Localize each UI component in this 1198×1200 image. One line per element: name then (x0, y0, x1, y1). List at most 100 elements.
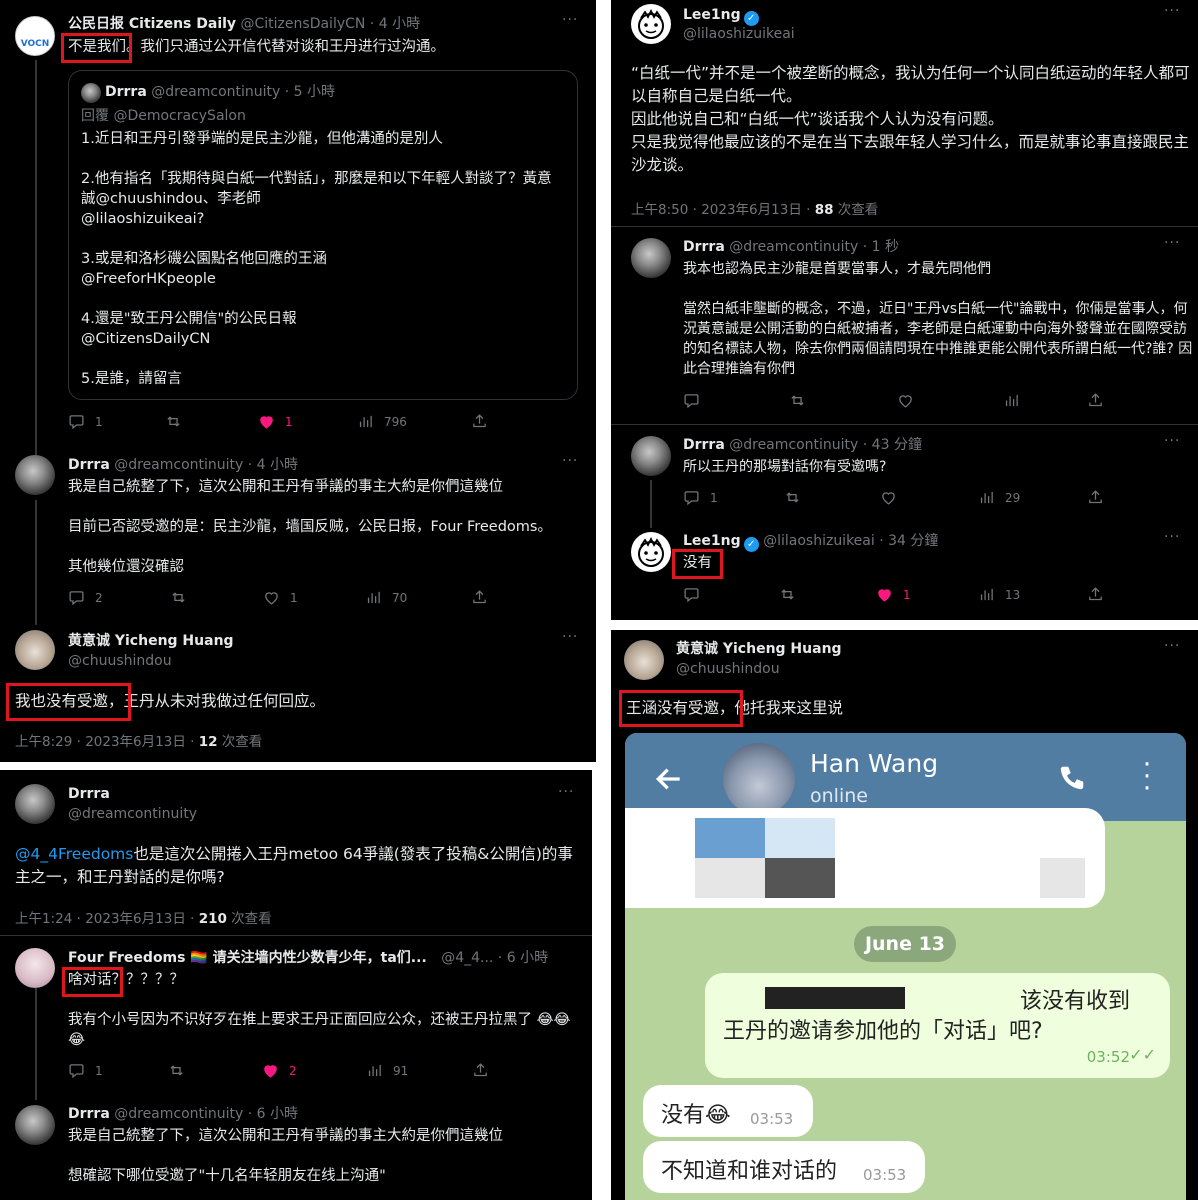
heart-icon (878, 589, 891, 602)
handle[interactable]: @dreamcontinuity (68, 805, 197, 823)
share-button[interactable] (1087, 489, 1104, 506)
share-icon (474, 1063, 487, 1077)
more-icon[interactable]: ··· (1164, 433, 1180, 449)
handle[interactable]: @4_4... · 6 小時 (441, 950, 548, 966)
retweet-button[interactable] (789, 392, 806, 409)
display-name[interactable]: 公民日报 Citizens Daily (68, 16, 236, 32)
display-name[interactable]: Drrra (68, 785, 110, 803)
share-button[interactable] (471, 589, 488, 606)
reply-button[interactable] (683, 392, 700, 409)
incoming-message[interactable]: 没有😂 03:53 (643, 1085, 813, 1137)
reply-button[interactable]: 1 (68, 413, 103, 430)
message-time: 03:53 (750, 1110, 794, 1128)
views-button[interactable]: 70 (365, 589, 407, 606)
red-highlight-box (672, 549, 723, 579)
tweet-timestamp[interactable]: 上午8:50 · 2023年6月13日 · 88 次查看 (631, 198, 878, 218)
display-name[interactable]: 黄意诚 Yicheng Huang (68, 632, 234, 650)
display-name[interactable]: Lee1ng (683, 533, 741, 549)
views-button[interactable]: 91 (366, 1062, 408, 1079)
like-button[interactable] (897, 392, 914, 409)
read-checkmarks-icon: ✓✓ (1129, 1045, 1156, 1064)
handle[interactable]: @dreamcontinuity · 1 秒 (729, 239, 899, 255)
retweet-button[interactable] (784, 489, 801, 506)
like-button[interactable] (880, 489, 897, 506)
handle[interactable]: @lilaoshizuikeai · 34 分鐘 (763, 533, 938, 549)
handle[interactable]: @chuushindou (68, 652, 172, 670)
avatar[interactable] (15, 630, 55, 670)
more-icon[interactable]: ··· (1164, 638, 1180, 654)
heart-icon (264, 1065, 277, 1078)
views-button[interactable] (1003, 392, 1020, 409)
like-button[interactable]: 2 (262, 1062, 297, 1079)
share-icon (1089, 587, 1102, 601)
more-icon[interactable]: ··· (562, 12, 578, 28)
avatar[interactable] (631, 238, 671, 278)
reply-button[interactable]: 1 (683, 489, 718, 506)
quoted-tweet[interactable]: Drrra @dreamcontinuity · 5 小時 回覆 @Democr… (68, 70, 578, 400)
display-name[interactable]: Four Freedoms 🏳️‍🌈 请关注墙内性少数青少年，ta们... (68, 950, 427, 966)
more-icon[interactable]: ··· (558, 784, 574, 800)
more-icon[interactable]: ··· (562, 629, 578, 645)
more-icon[interactable]: ··· (1164, 3, 1180, 19)
handle[interactable]: @dreamcontinuity · 43 分鐘 (729, 437, 922, 453)
like-button[interactable]: 1 (876, 586, 911, 603)
display-name[interactable]: 黄意诚 Yicheng Huang (676, 640, 842, 658)
incoming-message[interactable]: 不知道和谁对话的 03:53 (643, 1141, 925, 1193)
reply-button[interactable] (683, 586, 700, 603)
retweet-button[interactable] (168, 1062, 185, 1079)
share-button[interactable] (472, 1062, 489, 1079)
views-button[interactable]: 13 (978, 586, 1020, 603)
more-icon[interactable]: ··· (1164, 529, 1180, 545)
share-button[interactable] (471, 413, 488, 430)
reply-button[interactable]: 1 (68, 1062, 103, 1079)
phone-icon[interactable] (1057, 763, 1087, 793)
handle[interactable]: @chuushindou (676, 660, 780, 678)
retweet-button[interactable] (170, 589, 197, 606)
display-name[interactable]: Drrra (68, 457, 110, 473)
display-name[interactable]: Lee1ng ✓ (683, 6, 759, 26)
avatar[interactable] (15, 784, 55, 824)
avatar[interactable] (15, 455, 55, 495)
retweet-button[interactable] (779, 586, 796, 603)
avatar[interactable] (624, 640, 664, 680)
display-name[interactable]: Drrra (683, 437, 725, 453)
like-button[interactable]: 1 (263, 589, 298, 606)
back-arrow-icon[interactable] (653, 763, 685, 795)
more-vertical-icon[interactable]: · · · (1137, 752, 1157, 802)
handle[interactable]: @lilaoshizuikeai (683, 25, 795, 43)
avatar[interactable]: VOCN (15, 16, 55, 56)
more-icon[interactable]: ··· (1164, 235, 1180, 251)
share-button[interactable] (1087, 586, 1104, 603)
tweet-timestamp[interactable]: 上午1:24 · 2023年6月13日 · 210 次查看 (15, 907, 272, 927)
tweet-timestamp[interactable]: 上午8:29 · 2023年6月13日 · 12 次查看 (15, 730, 262, 750)
display-name[interactable]: Drrra (683, 239, 725, 255)
outgoing-message[interactable]: 该没有收到 王丹的邀请参加他的「对话」吧? 03:52 ✓✓ (705, 973, 1170, 1078)
views-button[interactable]: 29 (978, 489, 1020, 506)
mention-link[interactable]: @4_4Freedoms (15, 845, 133, 863)
contact-status: online (810, 785, 868, 807)
share-icon (473, 414, 486, 428)
handle[interactable]: @dreamcontinuity · 6 小時 (114, 1106, 298, 1122)
handle[interactable]: @CitizensDailyCN · 4 小時 (241, 16, 421, 32)
display-name[interactable]: Drrra (68, 1106, 110, 1122)
quote-text: 1.近日和王丹引發爭端的是民主沙龍，但他溝通的是別人 2.他有指名「我期待與白紙… (81, 131, 552, 387)
views-button[interactable]: 796 (357, 413, 407, 430)
avatar[interactable] (723, 743, 795, 815)
avatar[interactable] (15, 948, 55, 988)
share-button[interactable] (1087, 392, 1104, 409)
heart-icon (265, 592, 278, 605)
cartoon-face-icon (638, 8, 664, 39)
retweet-button[interactable] (165, 413, 192, 430)
avatar[interactable] (631, 4, 671, 44)
avatar[interactable] (15, 1105, 55, 1145)
avatar[interactable] (631, 436, 671, 476)
tweet-text: @4_4Freedoms也是這次公開捲入王丹metoo 64爭議(發表了投稿&公… (15, 845, 573, 886)
avatar[interactable] (631, 532, 671, 572)
tweet-actions: 1 2 91 (68, 1062, 568, 1082)
cartoon-face-icon (638, 536, 664, 567)
thread-line (35, 500, 37, 625)
reply-button[interactable]: 2 (68, 589, 103, 606)
more-icon[interactable]: ··· (562, 453, 578, 469)
handle[interactable]: @dreamcontinuity · 4 小時 (114, 457, 298, 473)
like-button[interactable]: 1 (258, 413, 293, 430)
